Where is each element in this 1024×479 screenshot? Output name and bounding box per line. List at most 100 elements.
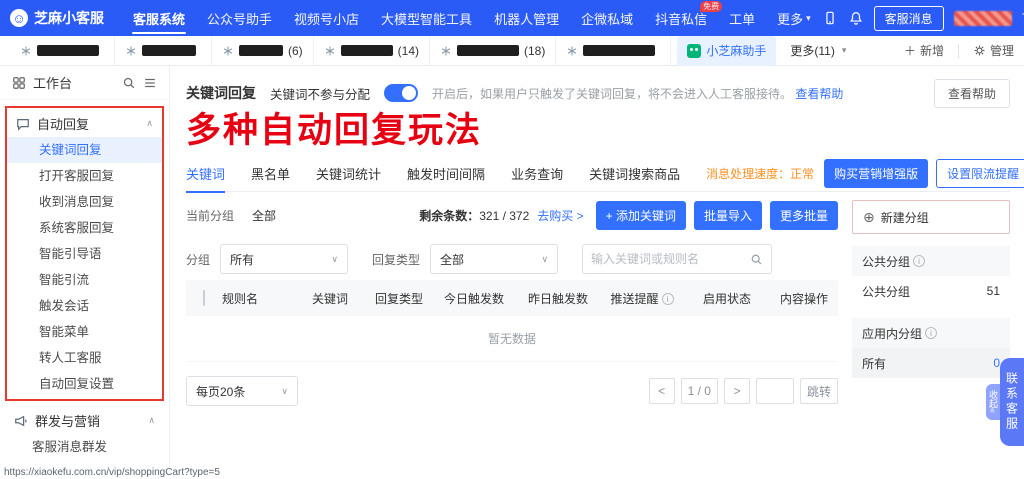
- keyword-search-box[interactable]: [582, 244, 772, 274]
- remaining-count: 剩余条数：321 / 372: [419, 207, 529, 224]
- message-speed-status: 消息处理速度：正常: [706, 165, 814, 182]
- tab-keyword-product-search[interactable]: 关键词搜索商品: [589, 156, 680, 192]
- shop-tab-redacted-2[interactable]: [115, 36, 212, 66]
- collapse-tab-button[interactable]: 收起«: [986, 384, 1000, 419]
- add-shop-button[interactable]: ＋新增: [904, 42, 944, 59]
- nav-item-official-account[interactable]: 公众号助手: [196, 0, 283, 36]
- tab-trigger-interval[interactable]: 触发时间间隔: [407, 156, 485, 192]
- help-link[interactable]: 查看帮助: [795, 87, 843, 101]
- set-rate-limit-alert-button[interactable]: 设置限流提醒: [936, 159, 1024, 188]
- info-icon[interactable]: i: [925, 327, 937, 339]
- shop-tab-redacted-3[interactable]: (6): [212, 36, 314, 66]
- nav-item-more[interactable]: 更多▾: [766, 0, 822, 36]
- reply-type-filter-select[interactable]: 全部∨: [430, 244, 558, 274]
- tab-blacklist[interactable]: 黑名单: [251, 156, 290, 192]
- sidebar-item-workbench[interactable]: 工作台: [0, 66, 169, 100]
- chevron-down-icon: ∨: [541, 254, 548, 265]
- sidebar-item-transfer-human[interactable]: 转人工客服: [7, 345, 162, 371]
- sidebar-item-keyword-reply[interactable]: 关键词回复: [7, 137, 162, 163]
- pagination-row: 每页20条∨ < 1 / 0 > 跳转: [186, 376, 838, 406]
- sidebar-item-message-received-reply[interactable]: 收到消息回复: [7, 189, 162, 215]
- select-all-checkbox[interactable]: [203, 290, 205, 306]
- table-column: 当前分组 全部 剩余条数：321 / 372 去购买 > + 添加关键词 批量导…: [186, 192, 838, 406]
- nav-item-bot-management[interactable]: 机器人管理: [483, 0, 570, 36]
- sidebar-section-marketing[interactable]: 群发与营销 ∧: [5, 407, 164, 434]
- shop-tab-redacted-6[interactable]: [556, 36, 671, 66]
- shop-tab-redacted-1[interactable]: [10, 36, 115, 66]
- public-group-row[interactable]: 公共分组 51: [852, 276, 1010, 306]
- col-keyword: 关键词: [294, 290, 366, 307]
- redaction-bar: [583, 45, 655, 56]
- batch-import-button[interactable]: 批量导入: [694, 201, 762, 230]
- chevron-down-icon: ∨: [331, 254, 338, 265]
- pager-controls: < 1 / 0 > 跳转: [649, 378, 838, 404]
- sidebar-section-auto-reply[interactable]: 自动回复 ∧: [7, 110, 162, 137]
- shop-tabs-more-button[interactable]: 更多(11)▾: [776, 42, 860, 59]
- manage-shops-button[interactable]: 管理: [973, 42, 1014, 59]
- phone-icon[interactable]: [822, 10, 838, 26]
- sidebar-item-smart-menu[interactable]: 智能菜单: [7, 319, 162, 345]
- content-row: 当前分组 全部 剩余条数：321 / 372 去购买 > + 添加关键词 批量导…: [186, 192, 1010, 406]
- current-group-value[interactable]: 全部: [252, 207, 276, 224]
- nav-item-video-shop[interactable]: 视频号小店: [283, 0, 370, 36]
- chevron-down-icon: ▾: [806, 13, 811, 24]
- red-annotation-box: 自动回复 ∧ 关键词回复 打开客服回复 收到消息回复 系统客服回复 智能引导语 …: [5, 106, 164, 401]
- keyword-search-input[interactable]: [591, 252, 750, 266]
- sidebar-item-system-reply[interactable]: 系统客服回复: [7, 215, 162, 241]
- sidebar-item-open-chat-reply[interactable]: 打开客服回复: [7, 163, 162, 189]
- megaphone-icon: [14, 414, 28, 428]
- page-size-select[interactable]: 每页20条∨: [186, 376, 298, 406]
- info-icon[interactable]: i: [662, 293, 674, 305]
- asterisk-icon: [222, 45, 234, 57]
- smiley-logo-icon: ☺: [10, 9, 28, 27]
- contact-support-button[interactable]: 联系客服: [1000, 358, 1024, 446]
- top-navbar: ☺ 芝麻小客服 客服系统 公众号助手 视频号小店 大模型智能工具 机器人管理 企…: [0, 0, 1024, 36]
- topbar-right-cluster: 客服消息 7 VIP: [822, 6, 1024, 31]
- shop-tab-redacted-5[interactable]: (18): [430, 36, 556, 66]
- nav-item-llm-tools[interactable]: 大模型智能工具: [370, 0, 483, 36]
- chevron-up-icon: ∧: [146, 118, 153, 129]
- nav-item-wecom[interactable]: 企微私域: [570, 0, 644, 36]
- nav-item-kefu-system[interactable]: 客服系统: [122, 0, 196, 36]
- tab-business-query[interactable]: 业务查询: [511, 156, 563, 192]
- go-buy-link[interactable]: 去购买 >: [537, 207, 583, 224]
- search-icon[interactable]: [750, 253, 763, 266]
- next-page-button[interactable]: >: [724, 378, 750, 404]
- info-icon[interactable]: i: [913, 255, 925, 267]
- sidebar-item-trigger-session[interactable]: 触发会话: [7, 293, 162, 319]
- col-reply-type: 回复类型: [366, 290, 432, 307]
- tab-keyword-stats[interactable]: 关键词统计: [316, 156, 381, 192]
- chevrons-left-icon: «: [988, 408, 998, 413]
- group-filter-select[interactable]: 所有∨: [220, 244, 348, 274]
- prev-page-button[interactable]: <: [649, 378, 675, 404]
- bell-icon[interactable]: [848, 10, 864, 26]
- sidebar: 工作台 自动回复 ∧ 关键词回复 打开客服回复 收到消息回复 系统客服回复 智能…: [0, 66, 170, 465]
- sidebar-item-auto-reply-settings[interactable]: 自动回复设置: [7, 371, 162, 397]
- hamburger-menu-icon[interactable]: [143, 76, 157, 90]
- view-help-button[interactable]: 查看帮助: [934, 79, 1010, 108]
- asterisk-icon: [566, 45, 578, 57]
- keyword-no-dispatch-toggle[interactable]: [384, 84, 418, 102]
- nav-item-douyin-dm[interactable]: 抖音私信 免费: [644, 0, 718, 36]
- new-group-button[interactable]: ⊕ 新建分组: [852, 200, 1010, 234]
- chevron-down-icon: ∨: [281, 386, 288, 397]
- tab-keyword[interactable]: 关键词: [186, 156, 225, 192]
- buy-marketing-upgrade-button[interactable]: 购买营销增强版: [824, 159, 928, 188]
- add-keyword-button[interactable]: + 添加关键词: [596, 201, 686, 230]
- shop-tab-redacted-4[interactable]: (14): [314, 36, 430, 66]
- more-batch-button[interactable]: 更多批量: [770, 201, 838, 230]
- sidebar-item-smart-guide[interactable]: 智能引导语: [7, 241, 162, 267]
- current-group-label: 当前分组: [186, 207, 234, 224]
- sidebar-item-smart-diversion[interactable]: 智能引流: [7, 267, 162, 293]
- page-header-row: 关键词回复 关键词不参与分配 开启后，如果用户只触发了关键词回复，将不会进入人工…: [186, 78, 1010, 108]
- chat-bubble-icon: [16, 117, 30, 131]
- kefu-message-button[interactable]: 客服消息: [874, 6, 944, 31]
- jump-button[interactable]: 跳转: [800, 378, 838, 404]
- asterisk-icon: [440, 45, 452, 57]
- search-icon[interactable]: [122, 76, 136, 90]
- nav-item-work-order[interactable]: 工单: [718, 0, 766, 36]
- main-content: 关键词回复 关键词不参与分配 开启后，如果用户只触发了关键词回复，将不会进入人工…: [170, 66, 1024, 465]
- shop-tab-xiaozhima-active[interactable]: 小芝麻助手: [677, 36, 776, 66]
- sidebar-item-mass-message[interactable]: 客服消息群发: [0, 434, 169, 460]
- jump-page-input[interactable]: [756, 378, 794, 404]
